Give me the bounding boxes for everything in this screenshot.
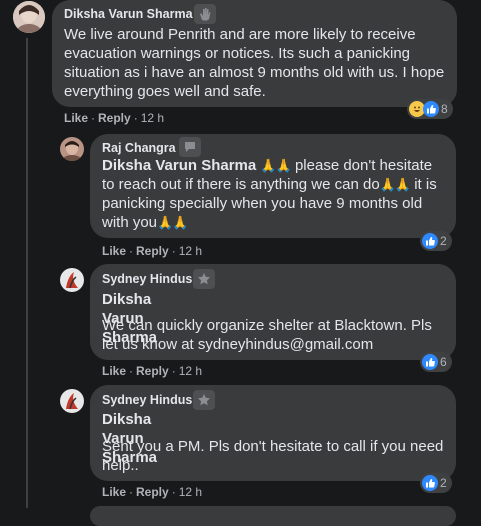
reply-link[interactable]: Reply <box>136 244 169 258</box>
comment-actions: Like · Reply · 12 h <box>102 364 203 378</box>
reaction-summary[interactable]: 2 <box>420 231 452 251</box>
avatar-image <box>13 1 45 33</box>
comment-actions: Like · Reply · 12 h <box>64 111 165 125</box>
reaction-count: 6 <box>440 355 447 369</box>
reaction-summary[interactable]: 6 <box>420 352 452 372</box>
avatar[interactable] <box>60 268 84 292</box>
comment-actions: Like · Reply · 12 h <box>102 244 203 258</box>
avatar[interactable] <box>13 1 45 33</box>
next-comment-bubble <box>90 506 456 526</box>
timestamp[interactable]: 12 h <box>179 364 202 378</box>
thread-line <box>26 38 28 508</box>
comment-text: We can quickly organize shelter at Black… <box>102 317 432 353</box>
like-reaction-icon <box>423 101 439 117</box>
like-reaction-icon <box>422 354 438 370</box>
comment-author[interactable]: Sydney Hindus <box>102 393 192 407</box>
comment-author[interactable]: Sydney Hindus <box>102 272 192 286</box>
avatar-image <box>60 137 84 161</box>
comment-author[interactable]: Raj Changra <box>102 141 176 155</box>
chat-bubble-icon <box>179 137 201 157</box>
reaction-count: 2 <box>440 234 447 248</box>
avatar[interactable] <box>60 137 84 161</box>
pray-emoji: 🙏🙏 <box>379 177 411 192</box>
like-link[interactable]: Like <box>64 111 88 125</box>
mention-tag[interactable]: Diksha Varun Sharma <box>102 157 256 174</box>
like-reaction-icon <box>422 475 438 491</box>
pray-emoji: 🙏🙏 <box>260 158 291 173</box>
avatar-image <box>60 389 84 413</box>
comment-text: We live around Penrith and are more like… <box>64 26 445 100</box>
reaction-summary[interactable]: 2 <box>420 473 452 493</box>
like-link[interactable]: Like <box>102 244 126 258</box>
avatar-image <box>60 268 84 292</box>
pray-emoji: 🙏🙏 <box>157 215 188 230</box>
timestamp[interactable]: 12 h <box>179 244 202 258</box>
reaction-count: 2 <box>440 476 447 490</box>
like-reaction-icon <box>422 233 438 249</box>
like-link[interactable]: Like <box>102 364 126 378</box>
reaction-count: 8 <box>441 102 448 116</box>
star-icon <box>193 269 215 289</box>
timestamp[interactable]: 12 h <box>141 111 164 125</box>
comment-actions: Like · Reply · 12 h <box>102 485 203 499</box>
reply-link[interactable]: Reply <box>98 111 131 125</box>
like-link[interactable]: Like <box>102 485 126 499</box>
comment-text: Diksha Varun Sharma 🙏🙏 please don't hesi… <box>102 156 444 232</box>
wave-icon <box>194 4 216 24</box>
star-icon <box>193 390 215 410</box>
avatar[interactable] <box>60 389 84 413</box>
reaction-summary[interactable]: 8 <box>407 99 453 119</box>
comment-author[interactable]: Diksha Varun Sharma <box>64 7 193 21</box>
comment-text: Sent you a PM. Pls don't hesitate to cal… <box>102 438 444 474</box>
reply-link[interactable]: Reply <box>136 364 169 378</box>
reply-link[interactable]: Reply <box>136 485 169 499</box>
timestamp[interactable]: 12 h <box>179 485 202 499</box>
